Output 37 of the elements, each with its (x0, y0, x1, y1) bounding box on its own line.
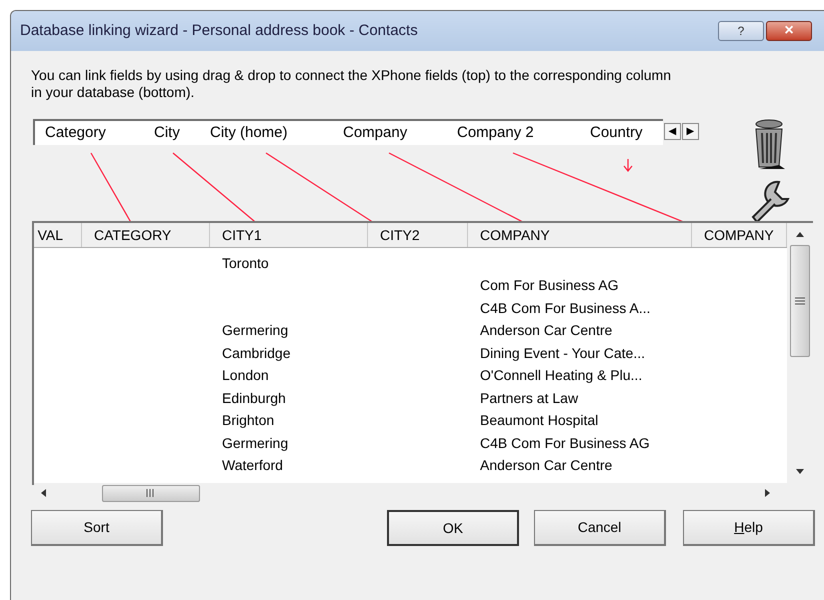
help-button[interactable]: ? (718, 21, 764, 41)
window-title: Database linking wizard - Personal address book - Contacts (20, 20, 419, 41)
table-cell: Partners at Law (480, 390, 578, 406)
table-cell: Edinburgh (222, 390, 286, 406)
table-cell: C4B Com For Business AG (480, 434, 650, 451)
dialog-button[interactable]: OK (387, 510, 519, 546)
field-label[interactable]: City (home) (210, 122, 343, 144)
table-cell: C4B Com For Business A... (480, 300, 650, 316)
table-cell: Cambridge (222, 344, 290, 361)
table-cell: Germering (222, 434, 288, 451)
table-cell: Com For Business AG (480, 277, 618, 294)
column-header[interactable]: COMPANY (468, 223, 692, 247)
table-cell: Beaumont Hospital (480, 412, 598, 428)
field-label[interactable]: Category (45, 122, 154, 144)
instruction-text: You can link fields by using drag & drop to connect the XPhone fields (top) to the corresponding column in your database (bottom). (31, 67, 671, 101)
table-cell: Anderson Car Centre (480, 457, 612, 474)
column-header[interactable]: CITY2 (368, 223, 468, 247)
table-cell: Dining Event - Your Cate... (480, 344, 645, 361)
scroll-left-button[interactable]: ◀ (664, 123, 681, 140)
table-cell: Waterford (222, 457, 283, 474)
field-label[interactable]: Country (590, 122, 643, 144)
table-cell: Anderson Car Centre (480, 322, 612, 338)
field-label[interactable]: City (154, 122, 210, 144)
column-header[interactable]: VAL (34, 223, 82, 247)
dialog-button[interactable]: Sort (31, 510, 163, 546)
scroll-right-button[interactable]: ▶ (682, 123, 699, 140)
table-cell: Brighton (222, 412, 274, 428)
dialog-button[interactable]: Cancel (534, 510, 666, 546)
dialog-button[interactable]: Help (683, 510, 815, 546)
table-cell: Germering (222, 322, 288, 338)
table-cell: London (222, 367, 269, 384)
table-cell: Toronto (222, 254, 269, 271)
column-header[interactable]: CITY1 (210, 223, 368, 247)
field-label[interactable]: Company 2 (457, 122, 590, 144)
table-cell: O'Connell Heating & Plu... (480, 367, 642, 384)
column-header[interactable]: CATEGORY (82, 223, 210, 247)
field-label[interactable]: Company (343, 122, 457, 144)
